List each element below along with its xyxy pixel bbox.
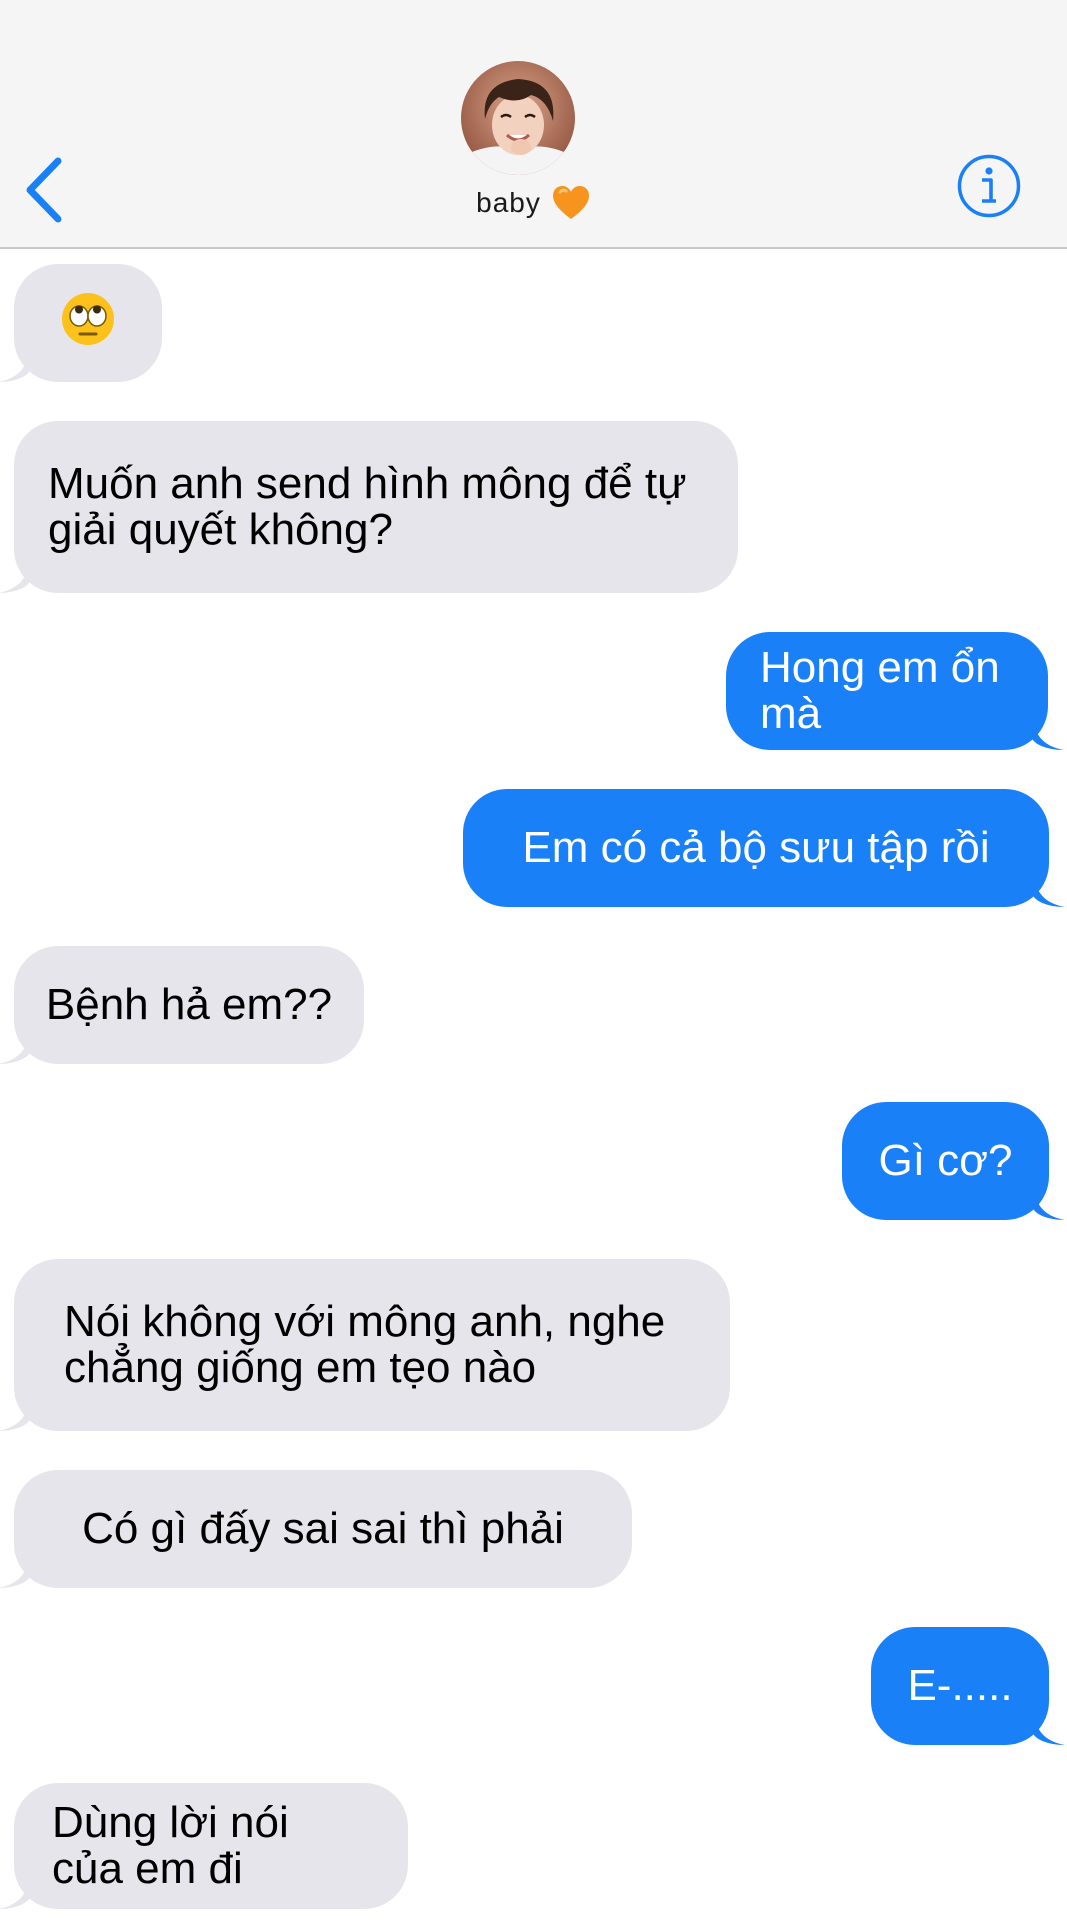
orange-heart-icon bbox=[551, 184, 591, 222]
message-bubble-incoming[interactable]: Dùng lời nói của em đi bbox=[0, 1783, 408, 1909]
emoji-rolling-eyes bbox=[60, 291, 116, 356]
message-bubble-incoming[interactable]: Muốn anh send hình mông để tự giải quyết… bbox=[0, 421, 738, 593]
message-text: Muốn anh send hình mông để tự giải quyết… bbox=[48, 459, 687, 554]
message-text: Bệnh hả em?? bbox=[45, 980, 333, 1029]
conversation-header: baby bbox=[0, 0, 1067, 249]
message-text: Em có cả bộ sưu tập rồi bbox=[522, 823, 990, 872]
message-text: Nói không với mông anh, nghe chẳng giống… bbox=[64, 1297, 666, 1392]
message-bubble-incoming[interactable]: Bệnh hả em?? bbox=[0, 946, 364, 1064]
contact-avatar[interactable] bbox=[461, 61, 575, 175]
message-text: E-..... bbox=[907, 1661, 1013, 1710]
info-circle-icon bbox=[957, 154, 1021, 218]
info-button[interactable] bbox=[956, 153, 1022, 219]
message-bubble-outgoing[interactable]: E-..... bbox=[871, 1627, 1065, 1745]
contact-name-row[interactable]: baby bbox=[0, 184, 1067, 222]
face-rolling-eyes-icon bbox=[62, 292, 114, 345]
message-bubble-incoming[interactable] bbox=[0, 264, 162, 382]
message-bubble-incoming[interactable]: Nói không với mông anh, nghe chẳng giống… bbox=[0, 1259, 730, 1431]
message-text: Hong em ổn mà bbox=[760, 643, 1000, 738]
message-text: Có gì đấy sai sai thì phải bbox=[82, 1504, 564, 1553]
contact-name: baby bbox=[476, 187, 541, 218]
message-bubble-outgoing[interactable]: Em có cả bộ sưu tập rồi bbox=[463, 789, 1065, 907]
message-bubble-outgoing[interactable]: Hong em ổn mà bbox=[726, 632, 1064, 750]
message-bubble-outgoing[interactable]: Gì cơ? bbox=[842, 1102, 1065, 1220]
message-bubble-incoming[interactable]: Có gì đấy sai sai thì phải bbox=[0, 1470, 632, 1588]
message-text: Gì cơ? bbox=[878, 1136, 1013, 1185]
message-text: Dùng lời nói của em đi bbox=[52, 1798, 289, 1893]
